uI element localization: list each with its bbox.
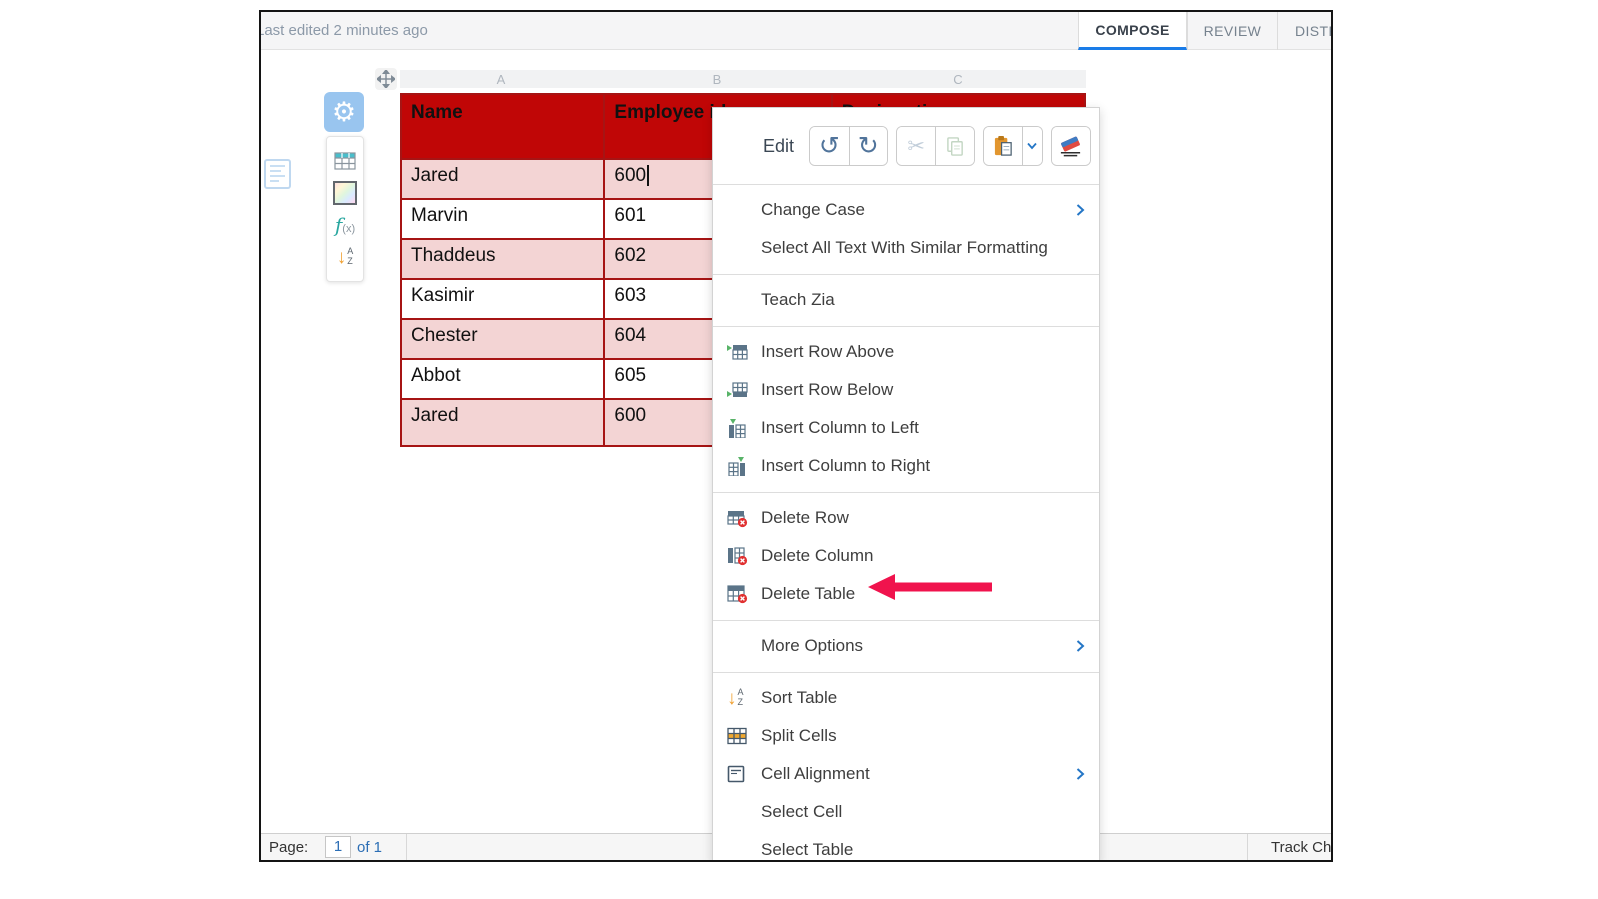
format-eraser-button[interactable] xyxy=(1052,127,1090,165)
menu-item-insert-column-to-left[interactable]: Insert Column to Left xyxy=(713,409,1099,447)
table-settings-button[interactable]: ⚙ xyxy=(324,92,364,132)
edit-label: Edit xyxy=(763,136,809,157)
paste-options-dropdown[interactable] xyxy=(1022,127,1041,165)
menu-item-split-cells[interactable]: Split Cells xyxy=(713,717,1099,755)
copy-icon xyxy=(946,136,965,157)
paste-button[interactable] xyxy=(984,127,1022,165)
function-icon: f(x) xyxy=(335,213,355,237)
paste-icon xyxy=(993,135,1014,158)
menu-item-select-table[interactable]: Select Table xyxy=(713,831,1099,862)
cell-name[interactable]: Abbot xyxy=(402,360,605,400)
last-edited-status: Last edited 2 minutes ago xyxy=(259,22,428,39)
delete-column-icon xyxy=(727,547,761,566)
cell-alignment-icon xyxy=(727,765,761,783)
table-side-toolbar: f(x) ↓AZ xyxy=(326,136,364,282)
sort-table-icon: ↓AZ xyxy=(727,688,761,708)
editor-window: Last edited 2 minutes ago COMPOSE REVIEW… xyxy=(259,10,1333,862)
menu-item-insert-row-above[interactable]: Insert Row Above xyxy=(713,333,1099,371)
text-caret xyxy=(647,165,649,186)
page-count-label: of 1 xyxy=(357,839,382,856)
submenu-chevron-icon xyxy=(1076,767,1085,786)
menu-item-insert-row-below[interactable]: Insert Row Below xyxy=(713,371,1099,409)
settings-gear-icon: ⚙ xyxy=(332,99,356,126)
tab-compose[interactable]: COMPOSE xyxy=(1078,12,1187,50)
page-label: Page: xyxy=(269,839,308,856)
cell-name[interactable]: Jared xyxy=(402,160,605,200)
menu-item-more-options[interactable]: More Options xyxy=(713,627,1099,665)
redo-icon: ↻ xyxy=(858,134,879,159)
copy-button[interactable] xyxy=(935,127,973,165)
submenu-chevron-icon xyxy=(1076,203,1085,222)
tab-distribute[interactable]: DISTRIBUTE xyxy=(1277,12,1333,50)
eraser-icon xyxy=(1058,135,1083,157)
column-ruler: A B C xyxy=(400,70,1086,88)
edit-toolbar: Edit ↺ ↻ ✂ xyxy=(713,108,1099,184)
move-arrows-icon xyxy=(377,70,395,88)
cell-name[interactable]: Kasimir xyxy=(402,280,605,320)
sort-az-icon: ↓AZ xyxy=(337,247,354,267)
doc-outline-icon[interactable] xyxy=(264,159,291,189)
menu-item-insert-column-to-right[interactable]: Insert Column to Right xyxy=(713,447,1099,485)
cell-name[interactable]: Marvin xyxy=(402,200,605,240)
undo-button[interactable]: ↺ xyxy=(810,127,848,165)
cell-name[interactable]: Jared xyxy=(402,400,605,447)
header-cell-name[interactable]: Name xyxy=(402,95,605,160)
cut-icon: ✂ xyxy=(907,134,925,159)
insert-column-right-icon xyxy=(727,457,761,476)
submenu-chevron-icon xyxy=(1076,639,1085,658)
table-color-button[interactable] xyxy=(331,180,359,206)
menu-item-delete-column[interactable]: Delete Table Delete Column xyxy=(713,537,1099,575)
ruler-column-c[interactable]: C xyxy=(953,72,962,87)
cell-name[interactable]: Chester xyxy=(402,320,605,360)
insert-table-button[interactable] xyxy=(331,148,359,174)
menu-item-cell-alignment[interactable]: Cell Alignment xyxy=(713,755,1099,793)
insert-row-above-icon xyxy=(727,343,761,361)
delete-table-icon xyxy=(727,585,761,604)
insert-row-below-icon xyxy=(727,381,761,399)
page-number-input[interactable]: 1 xyxy=(325,836,351,858)
menu-item-select-all-similar-formatting[interactable]: Select All Text With Similar Formatting xyxy=(713,229,1099,267)
menu-item-teach-zia[interactable]: Teach Zia xyxy=(713,281,1099,319)
insert-column-left-icon xyxy=(727,419,761,438)
ruler-column-b[interactable]: B xyxy=(713,72,722,87)
split-cells-icon xyxy=(727,727,761,745)
insert-table-icon xyxy=(334,152,356,170)
menu-item-change-case[interactable]: Change Case xyxy=(713,191,1099,229)
tab-review[interactable]: REVIEW xyxy=(1187,12,1277,50)
cut-button[interactable]: ✂ xyxy=(897,127,935,165)
cell-name[interactable]: Thaddeus xyxy=(402,240,605,280)
menu-item-sort-table[interactable]: ↓AZ Sort Table xyxy=(713,679,1099,717)
paste-dropdown-chevron-icon xyxy=(1026,142,1038,150)
menu-item-delete-row[interactable]: Delete Row xyxy=(713,499,1099,537)
menu-item-delete-table[interactable]: Delete Table xyxy=(713,575,1099,613)
track-changes-toggle[interactable]: Track Changes xyxy=(1271,839,1333,856)
sort-button[interactable]: ↓AZ xyxy=(331,244,359,270)
redo-button[interactable]: ↻ xyxy=(849,127,887,165)
ruler-column-a[interactable]: A xyxy=(497,72,506,87)
formula-button[interactable]: f(x) xyxy=(331,212,359,238)
undo-icon: ↺ xyxy=(819,134,840,159)
table-move-handle[interactable] xyxy=(375,68,397,90)
topbar: Last edited 2 minutes ago COMPOSE REVIEW… xyxy=(261,12,1331,50)
menu-item-select-cell[interactable]: Select Cell xyxy=(713,793,1099,831)
table-context-menu: Edit ↺ ↻ ✂ xyxy=(712,107,1100,862)
color-gradient-icon xyxy=(333,181,357,205)
delete-row-icon xyxy=(727,509,761,528)
